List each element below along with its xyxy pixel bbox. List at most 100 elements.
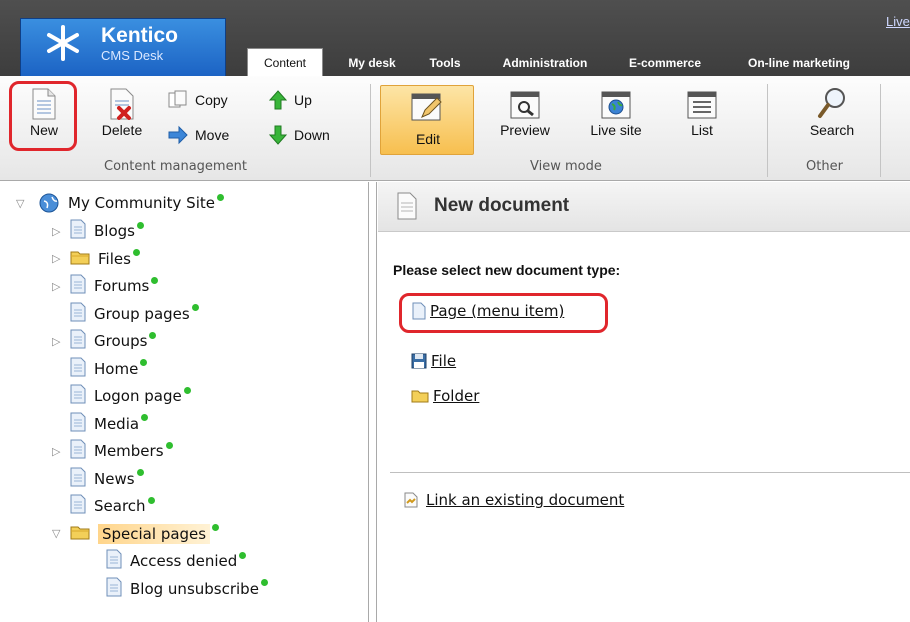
group-label-content-management: Content management (104, 159, 247, 174)
search-button[interactable]: Search (799, 86, 865, 138)
published-status-dot (151, 276, 159, 284)
tree-node[interactable]: News (52, 466, 144, 492)
published-status-dot (212, 524, 220, 531)
published-status-dot (136, 221, 144, 229)
published-status-dot (239, 551, 247, 559)
floppy-icon (411, 353, 427, 369)
group-label-other: Other (806, 159, 843, 174)
tree-node[interactable]: Media (52, 411, 149, 437)
tree-node-label: Search (94, 497, 146, 515)
tree-node[interactable]: Blog unsubscribe (88, 576, 268, 602)
tab-on-line-marketing[interactable]: On-line marketing (728, 51, 870, 76)
tab-my-desk[interactable]: My desk (336, 51, 408, 76)
down-button[interactable]: Down (268, 125, 330, 145)
tree-node[interactable]: ▷ Forums (52, 273, 159, 299)
published-status-dot (165, 441, 173, 449)
toolbar-separator (767, 84, 768, 177)
tree-node-label: Home (94, 359, 139, 378)
copy-icon (168, 90, 187, 108)
up-button[interactable]: Up (268, 90, 312, 110)
tree-node-label: Members (94, 442, 164, 460)
preview-icon (510, 91, 540, 119)
expand-arrow-icon[interactable]: ▷ (52, 225, 66, 238)
brand-name: Kentico (101, 24, 179, 47)
list-button[interactable]: List (672, 90, 732, 138)
document-type-prompt: Please select new document type: (393, 262, 621, 278)
delete-button[interactable]: Delete (90, 88, 154, 138)
tree-node-label: Group pages (94, 304, 190, 323)
tree-node[interactable]: ▷ Blogs (52, 218, 144, 244)
document-icon (397, 192, 417, 220)
magnifier-icon (818, 88, 845, 118)
published-status-dot (260, 579, 268, 586)
tree-root-node[interactable]: ▽ My Community Site (16, 190, 224, 216)
tree-node-label: Blogs (94, 222, 135, 240)
panel-splitter[interactable] (368, 182, 377, 622)
app-header: Kentico CMS Desk Content My desk Tools A… (0, 0, 910, 76)
tab-content[interactable]: Content (247, 48, 323, 76)
move-arrow-icon (168, 125, 188, 145)
tree-node-label: Logon page (94, 387, 182, 405)
doc-type-folder-label: Folder (433, 387, 480, 405)
globe-window-icon (601, 91, 631, 119)
tree-node-label: Files (98, 249, 131, 268)
tree-node[interactable]: ▽ Special pages (52, 521, 220, 547)
page-icon (70, 274, 86, 298)
collapse-arrow-icon[interactable]: ▽ (52, 527, 66, 540)
content-divider (390, 472, 910, 473)
expand-arrow-icon[interactable]: ▷ (52, 335, 66, 348)
tree-node[interactable]: Access denied (88, 548, 247, 574)
live-site-button[interactable]: Live site (578, 90, 654, 138)
tab-administration[interactable]: Administration (487, 51, 603, 76)
expand-arrow-icon[interactable]: ▷ (52, 445, 66, 458)
tree-node[interactable]: Logon page (52, 383, 191, 409)
published-status-dot (149, 331, 157, 339)
tree-node[interactable]: Group pages (52, 301, 199, 327)
site-globe-icon (39, 193, 59, 213)
published-status-dot (141, 414, 149, 421)
preview-button[interactable]: Preview (490, 90, 560, 138)
folder-icon (70, 249, 90, 269)
copy-label: Copy (195, 92, 228, 108)
tree-node[interactable]: ▷ Members (52, 438, 173, 464)
down-label: Down (294, 127, 330, 143)
toolbar: New Delete Copy Move Up Down Content man… (0, 76, 910, 181)
expand-arrow-icon[interactable]: ▷ (52, 252, 66, 265)
tree-node-label: Access denied (130, 552, 238, 570)
page-title: New document (434, 195, 570, 216)
doc-type-file-link[interactable]: File (411, 352, 456, 370)
page-icon (70, 329, 86, 353)
published-status-dot (140, 359, 148, 366)
folder-icon (411, 390, 429, 403)
published-status-dot (132, 249, 140, 256)
doc-type-file-label: File (431, 352, 457, 370)
move-button[interactable]: Move (167, 125, 229, 145)
published-status-dot (216, 193, 224, 201)
tree-node-label: My Community Site (68, 194, 215, 212)
new-button-highlight (9, 81, 77, 151)
collapse-arrow-icon[interactable]: ▽ (16, 197, 30, 210)
tree-node[interactable]: Search (52, 493, 155, 519)
delete-button-label: Delete (101, 122, 143, 138)
link-existing-document[interactable]: Link an existing document (402, 491, 624, 509)
tab-tools[interactable]: Tools (420, 51, 470, 76)
page-icon (70, 357, 86, 381)
page-icon (70, 439, 86, 463)
tree-node[interactable]: Home (52, 356, 148, 382)
tree-node-label: News (94, 469, 135, 488)
expand-arrow-icon[interactable]: ▷ (52, 280, 66, 293)
tree-node-label: Groups (94, 332, 148, 350)
tab-e-commerce[interactable]: E-commerce (614, 51, 716, 76)
published-status-dot (183, 386, 191, 394)
tree-node[interactable]: ▷ Groups (52, 328, 157, 354)
list-icon (687, 91, 717, 119)
copy-button[interactable]: Copy (167, 90, 228, 110)
page-icon (106, 549, 122, 573)
tree-node[interactable]: ▷ Files (52, 246, 140, 272)
kentico-logo[interactable]: Kentico CMS Desk (20, 18, 226, 76)
content-tree: ▽ My Community Site ▷ Blogs ▷ Files ▷ Forums G… (0, 182, 368, 622)
folder-icon (70, 524, 90, 544)
doc-type-folder-link[interactable]: Folder (411, 387, 479, 405)
live-site-link[interactable]: Live (886, 14, 910, 29)
edit-button[interactable]: Edit (380, 85, 474, 155)
